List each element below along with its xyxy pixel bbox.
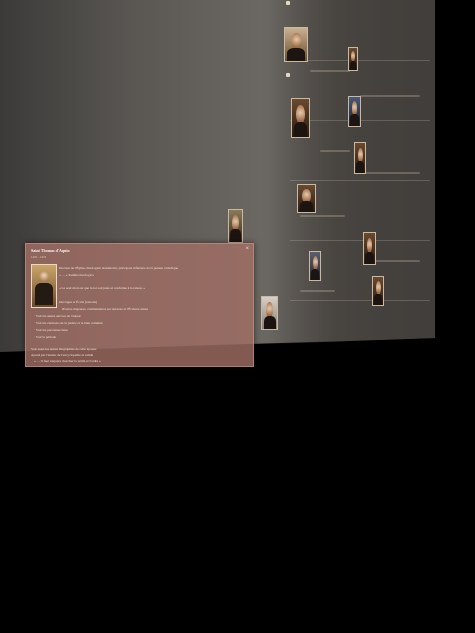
popup-text: « … » Summa theologica — [59, 273, 94, 277]
timeline-text — [375, 260, 420, 262]
popup-link[interactable]: · Voir les personnes liées — [34, 328, 68, 332]
timeline-thumbnail[interactable] — [284, 27, 308, 62]
timeline-thumbnail[interactable] — [291, 98, 310, 138]
timeline-thumbnail[interactable] — [348, 47, 358, 71]
portrait-image — [31, 264, 57, 308]
popup-text: Voir aussi les autres biographies de cet… — [31, 347, 97, 351]
timeline-thumbnail[interactable] — [261, 296, 278, 330]
popup-text: « … Il faut toujours chercher la vérité … — [34, 359, 101, 363]
timeline-thumbnail[interactable] — [309, 251, 321, 281]
popup-text: « Le seul droit est que la loi soit just… — [59, 286, 146, 290]
timeline-thumbnail[interactable] — [348, 96, 361, 127]
popup-title: Saint Thomas d'Aquin — [31, 248, 70, 253]
timeline-line — [290, 240, 430, 241]
timeline-line — [290, 300, 430, 301]
popup-dates: 1225 – 1274 — [31, 255, 46, 259]
popup-text: Ouvrages et Écrits (extraits) — [59, 300, 98, 304]
timeline-marker[interactable] — [286, 1, 290, 5]
popup-link[interactable]: · Voir les citations sur la justice et l… — [34, 321, 103, 325]
timeline-text — [300, 290, 335, 292]
timeline-thumbnail[interactable] — [228, 209, 243, 243]
timeline-thumbnail[interactable] — [297, 184, 316, 213]
popup-text: Ajouté par l'auteur de l'encyclopédie et… — [31, 353, 94, 357]
popup-link[interactable]: · Voir les autres œuvres de l'auteur — [34, 314, 81, 318]
timeline-text — [365, 172, 420, 174]
biography-popup[interactable]: Saint Thomas d'Aquin 1225 – 1274 × Docte… — [25, 243, 254, 367]
timeline-thumbnail[interactable] — [372, 276, 384, 306]
timeline-line — [290, 60, 430, 61]
timeline-line — [290, 180, 430, 181]
timeline-thumbnail[interactable] — [363, 232, 376, 265]
popup-link[interactable]: · Voir la période — [34, 335, 56, 339]
popup-text: Œuvres majeures, commentaires sur Aristo… — [62, 307, 149, 311]
timeline-text — [310, 70, 350, 72]
timeline-text — [320, 150, 350, 152]
timeline-marker[interactable] — [286, 73, 290, 77]
timeline-text — [360, 95, 420, 97]
popup-text: Docteur de l'Église, théologien dominica… — [59, 266, 179, 270]
close-icon[interactable]: × — [246, 246, 249, 252]
timeline-text — [300, 215, 345, 217]
timeline-thumbnail[interactable] — [354, 142, 366, 174]
